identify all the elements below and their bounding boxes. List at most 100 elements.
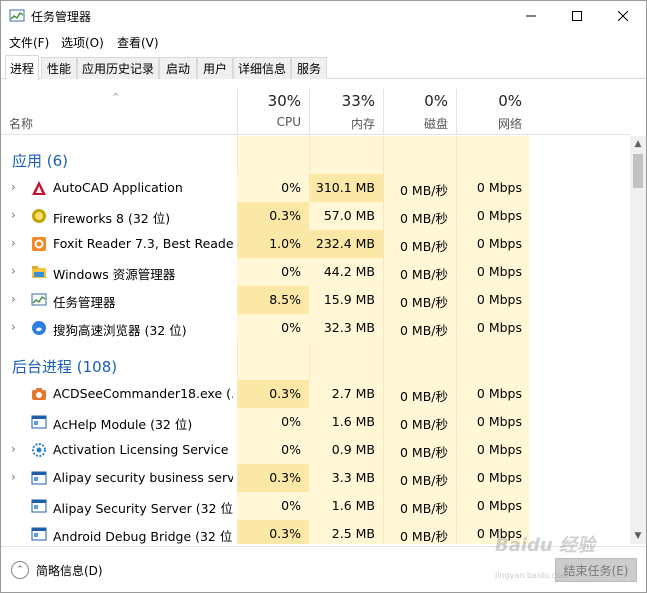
network-cell: 0 Mbps bbox=[476, 386, 522, 401]
menu-bar: 文件(F) 选项(O) 查看(V) bbox=[1, 31, 646, 53]
disk-cell: 0 MB/秒 bbox=[400, 239, 448, 254]
column-cpu[interactable]: 30% CPU bbox=[237, 89, 309, 135]
process-row[interactable]: ACDSeeCommander18.exe (... 0.3% 2.7 MB 0 MB… bbox=[1, 380, 630, 408]
memory-cell: 32.3 MB bbox=[309, 314, 383, 342]
title-bar[interactable]: 任务管理器 bbox=[1, 1, 646, 31]
menu-options[interactable]: 选项(O) bbox=[61, 34, 104, 51]
column-header: ⌃ 名称 30% CPU 33% 内存 0% 磁盘 0% 网络 bbox=[1, 89, 630, 135]
disk-cell: 0 MB/秒 bbox=[400, 529, 448, 544]
tab-processes[interactable]: 进程 bbox=[5, 55, 39, 80]
menu-view[interactable]: 查看(V) bbox=[117, 34, 159, 51]
service-gear-icon bbox=[31, 442, 47, 458]
memory-cell: 2.5 MB bbox=[309, 520, 383, 544]
network-cell: 0 Mbps bbox=[476, 414, 522, 429]
process-name: AutoCAD Application bbox=[53, 180, 183, 195]
process-name: Alipay security business servi... bbox=[53, 470, 233, 485]
group-apps[interactable]: 应用 (6) bbox=[1, 140, 630, 176]
process-row[interactable]: › Alipay security business servi... 0.3% 3.… bbox=[1, 464, 630, 492]
column-disk[interactable]: 0% 磁盘 bbox=[383, 89, 456, 135]
cpu-cell: 0.3% bbox=[237, 202, 309, 230]
expand-chevron-icon[interactable]: › bbox=[11, 264, 16, 278]
expand-chevron-icon[interactable]: › bbox=[11, 236, 16, 250]
process-row[interactable]: AcHelp Module (32 位) 0% 1.6 MB 0 MB/秒 0 Mbps bbox=[1, 408, 630, 436]
network-label: 网络 bbox=[497, 117, 522, 131]
disk-cell: 0 MB/秒 bbox=[400, 295, 448, 310]
tab-app-history[interactable]: 应用历史记录 bbox=[77, 57, 159, 79]
network-cell: 0 Mbps bbox=[476, 292, 522, 307]
cpu-cell: 0% bbox=[237, 408, 309, 436]
tab-label: 性能 bbox=[46, 62, 71, 76]
sort-up-icon[interactable]: ⌃ bbox=[111, 91, 120, 104]
process-name: Alipay Security Server (32 位) bbox=[53, 501, 233, 516]
tab-details[interactable]: 详细信息 bbox=[233, 57, 291, 79]
generic-process-icon bbox=[31, 498, 47, 514]
acdsee-icon bbox=[31, 386, 47, 402]
scroll-thumb[interactable] bbox=[633, 154, 643, 188]
memory-cell: 15.9 MB bbox=[309, 286, 383, 314]
process-name: AcHelp Module (32 位) bbox=[53, 417, 193, 432]
disk-cell: 0 MB/秒 bbox=[400, 473, 448, 488]
column-name[interactable]: 名称 bbox=[9, 115, 33, 132]
process-row[interactable]: Alipay Security Server (32 位) 0% 1.6 MB 0 M… bbox=[1, 492, 630, 520]
cpu-cell: 0.3% bbox=[237, 380, 309, 408]
process-name: ACDSeeCommander18.exe (... bbox=[53, 386, 233, 401]
network-cell: 0 Mbps bbox=[476, 442, 522, 457]
generic-process-icon bbox=[31, 414, 47, 430]
fewer-details-link[interactable]: 简略信息(D) bbox=[36, 562, 103, 579]
network-cell: 0 Mbps bbox=[476, 208, 522, 223]
cpu-cell: 0% bbox=[237, 492, 309, 520]
tab-label: 应用历史记录 bbox=[81, 62, 154, 76]
process-row[interactable]: › 任务管理器 8.5% 15.9 MB 0 MB/秒 0 Mbps bbox=[1, 286, 630, 314]
cpu-cell: 0% bbox=[237, 314, 309, 342]
vertical-scrollbar[interactable]: ▲ ▼ bbox=[630, 136, 646, 544]
network-cell: 0 Mbps bbox=[476, 470, 522, 485]
column-network[interactable]: 0% 网络 bbox=[456, 89, 530, 135]
group-title: 应用 (6) bbox=[12, 152, 69, 170]
task-manager-icon bbox=[31, 292, 47, 308]
watermark-text: Baidu 经验 bbox=[495, 535, 596, 556]
network-cell: 0 Mbps bbox=[476, 320, 522, 335]
expand-chevron-icon[interactable]: › bbox=[11, 180, 16, 194]
disk-cell: 0 MB/秒 bbox=[400, 267, 448, 282]
disk-cell: 0 MB/秒 bbox=[400, 501, 448, 516]
tab-label: 用户 bbox=[202, 62, 227, 76]
tab-performance[interactable]: 性能 bbox=[41, 57, 77, 79]
process-name: Activation Licensing Service bbox=[53, 442, 229, 457]
collapse-chevron-icon[interactable]: ⌃ bbox=[11, 561, 29, 579]
fireworks-icon bbox=[31, 208, 47, 224]
process-row[interactable]: › Foxit Reader 7.3, Best Reade... 1.0% 232.… bbox=[1, 230, 630, 258]
group-background[interactable]: 后台进程 (108) bbox=[1, 346, 630, 382]
close-button[interactable] bbox=[600, 1, 646, 31]
process-row[interactable]: › Fireworks 8 (32 位) 0.3% 57.0 MB 0 MB/秒 0 Mb… bbox=[1, 202, 630, 230]
expand-chevron-icon[interactable]: › bbox=[11, 320, 16, 334]
expand-chevron-icon[interactable]: › bbox=[11, 442, 16, 456]
process-row[interactable]: › AutoCAD Application 0% 310.1 MB 0 MB/秒 0 Mb… bbox=[1, 174, 630, 202]
column-memory[interactable]: 33% 内存 bbox=[309, 89, 383, 135]
expand-chevron-icon[interactable]: › bbox=[11, 292, 16, 306]
maximize-button[interactable] bbox=[554, 1, 600, 31]
menu-file[interactable]: 文件(F) bbox=[9, 34, 49, 51]
network-cell: 0 Mbps bbox=[476, 498, 522, 513]
tab-users[interactable]: 用户 bbox=[197, 57, 233, 79]
watermark-url: jingyan.baidu.com bbox=[495, 571, 569, 580]
process-row[interactable]: › Activation Licensing Service 0% 0.9 MB 0 M… bbox=[1, 436, 630, 464]
memory-cell: 1.6 MB bbox=[309, 408, 383, 436]
generic-process-icon bbox=[31, 470, 47, 486]
tab-startup[interactable]: 启动 bbox=[159, 57, 197, 79]
memory-cell: 0.9 MB bbox=[309, 436, 383, 464]
process-row[interactable]: › 搜狗高速浏览器 (32 位) 0% 32.3 MB 0 MB/秒 0 Mbps bbox=[1, 314, 630, 342]
tab-services[interactable]: 服务 bbox=[291, 57, 327, 79]
disk-cell: 0 MB/秒 bbox=[400, 389, 448, 404]
disk-cell: 0 MB/秒 bbox=[400, 417, 448, 432]
process-name: Windows 资源管理器 bbox=[53, 267, 176, 282]
expand-chevron-icon[interactable]: › bbox=[11, 470, 16, 484]
expand-chevron-icon[interactable]: › bbox=[11, 208, 16, 222]
minimize-button[interactable] bbox=[508, 1, 554, 31]
generic-process-icon bbox=[31, 526, 47, 542]
process-name: 搜狗高速浏览器 (32 位) bbox=[53, 323, 187, 338]
memory-percent: 33% bbox=[341, 92, 375, 110]
scroll-up-icon[interactable]: ▲ bbox=[630, 136, 646, 152]
process-row[interactable]: › Windows 资源管理器 0% 44.2 MB 0 MB/秒 0 Mbps bbox=[1, 258, 630, 286]
tab-label: 详细信息 bbox=[237, 62, 286, 76]
disk-cell: 0 MB/秒 bbox=[400, 323, 448, 338]
